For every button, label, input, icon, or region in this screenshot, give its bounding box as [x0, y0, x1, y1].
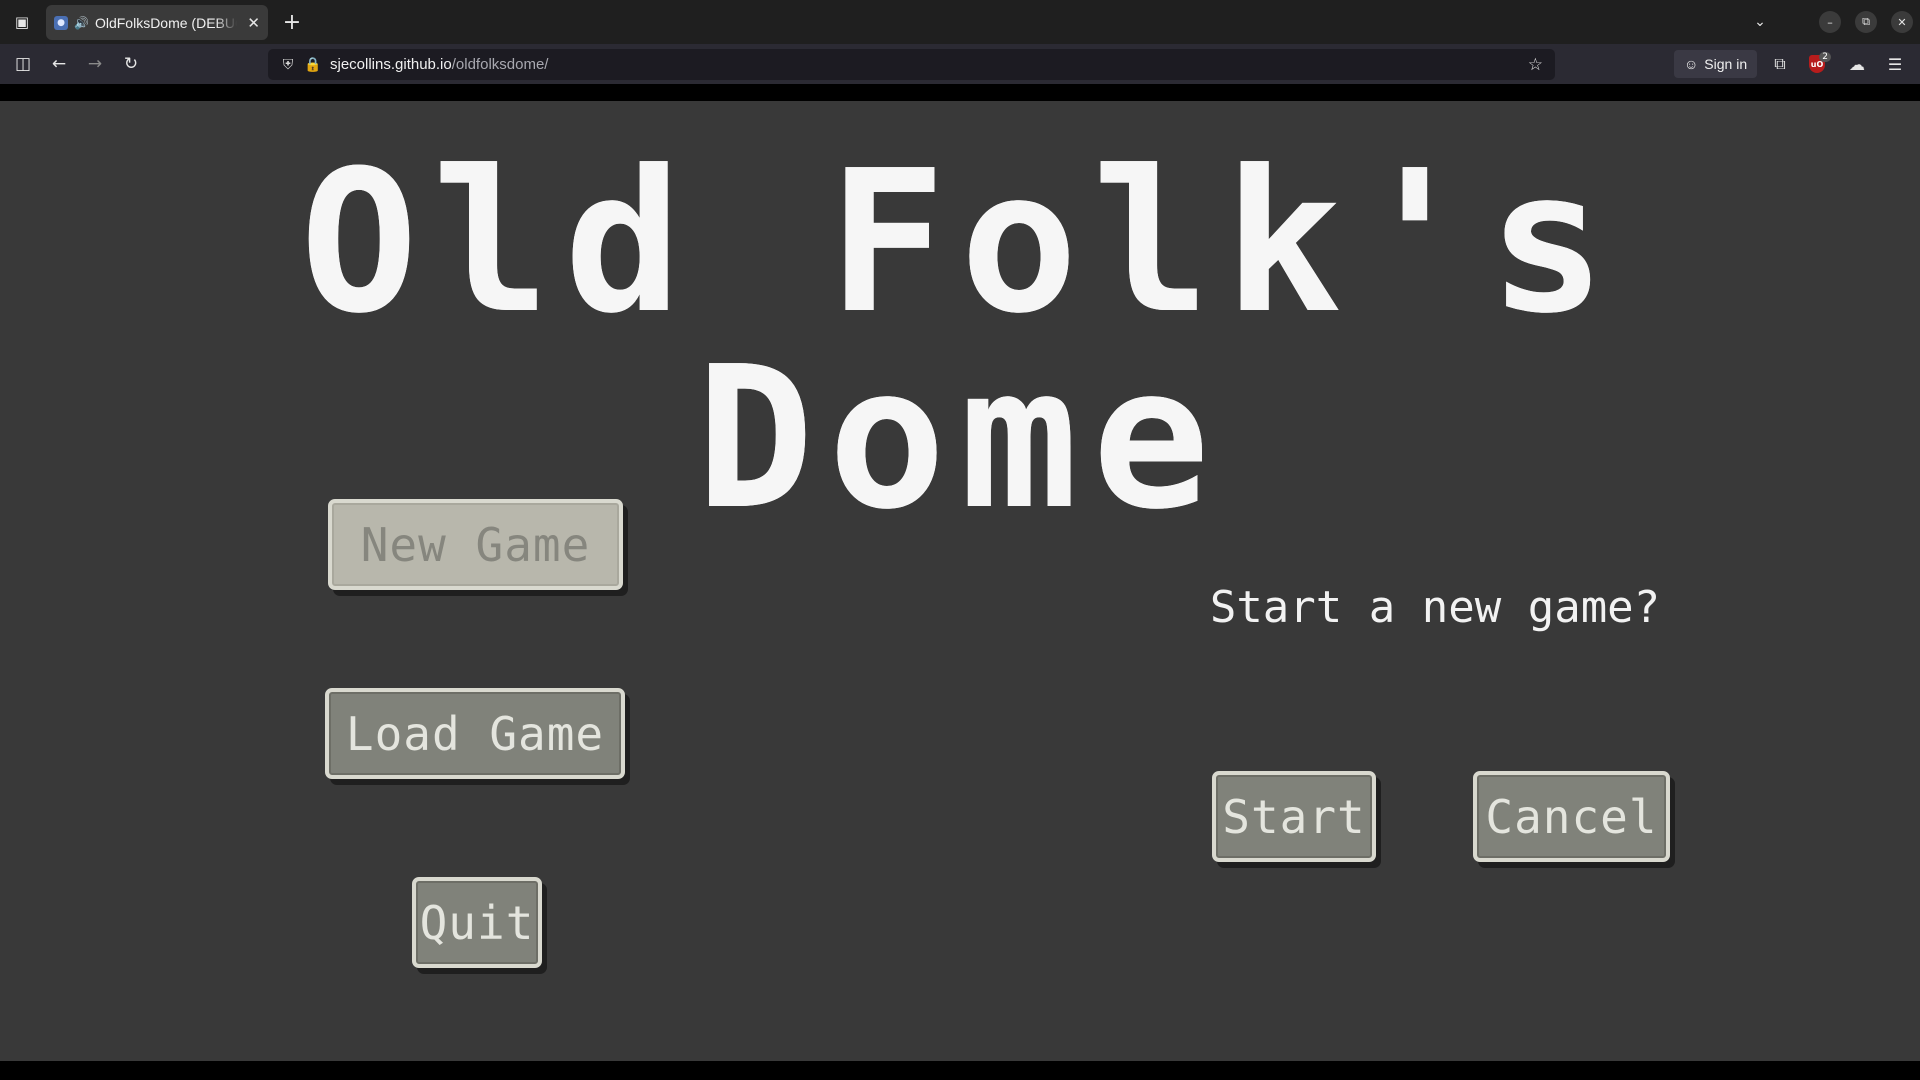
game-viewport: Old Folk's Dome New Game Load Game Quit …: [0, 84, 1920, 1080]
extensions-icon[interactable]: ⧉: [1765, 50, 1795, 78]
reload-icon[interactable]: ↻: [115, 50, 147, 78]
restore-button[interactable]: ⧉: [1855, 11, 1877, 33]
speaker-icon[interactable]: 🔊: [74, 16, 89, 30]
tab-title: OldFolksDome (DEBUG): [94, 14, 237, 31]
menu-icon[interactable]: ☰: [1880, 50, 1910, 78]
forward-icon[interactable]: →: [79, 50, 111, 78]
window-controls: ⌄ – ⧉ ✕: [1742, 0, 1920, 44]
close-window-button[interactable]: ✕: [1891, 11, 1913, 33]
list-all-tabs-icon[interactable]: ⌄: [1742, 4, 1778, 40]
new-game-button[interactable]: New Game: [328, 499, 623, 590]
lock-icon[interactable]: 🔒: [304, 57, 321, 73]
new-game-prompt: Start a new game?: [1209, 582, 1661, 633]
url-text[interactable]: sjecollins.github.io/oldfolksdome/: [330, 56, 548, 73]
ublock-extension-icon[interactable]: uO 2: [1802, 50, 1832, 78]
sidebar-icon[interactable]: ◫: [7, 50, 39, 78]
shield-icon[interactable]: ⛨: [280, 57, 296, 73]
browser-tab-bar: ▣ ● 🔊 OldFolksDome (DEBUG) ✕ + ⌄ – ⧉ ✕: [0, 0, 1920, 44]
pocket-icon[interactable]: ☁: [1842, 50, 1872, 78]
sign-in-button[interactable]: ☺ Sign in: [1674, 50, 1758, 78]
game-canvas[interactable]: Old Folk's Dome New Game Load Game Quit …: [0, 101, 1920, 1061]
cancel-button[interactable]: Cancel: [1473, 771, 1670, 862]
start-button[interactable]: Start: [1212, 771, 1376, 862]
extension-badge: 2: [1819, 52, 1831, 62]
bookmark-star-icon[interactable]: ☆: [1528, 55, 1543, 75]
account-icon: ☺: [1684, 56, 1699, 72]
url-bar[interactable]: ⛨ 🔒 sjecollins.github.io/oldfolksdome/ ☆: [268, 49, 1555, 80]
quit-button[interactable]: Quit: [412, 877, 542, 968]
game-title: Old Folk's Dome: [299, 129, 1621, 553]
back-icon[interactable]: ←: [43, 50, 75, 78]
browser-nav-bar: ◫ ← → ↻ ⛨ 🔒 sjecollins.github.io/oldfolk…: [0, 44, 1920, 84]
load-game-button[interactable]: Load Game: [325, 688, 625, 779]
godot-favicon-icon: ●: [54, 15, 68, 30]
close-tab-icon[interactable]: ✕: [247, 14, 260, 32]
new-tab-button[interactable]: +: [278, 8, 306, 36]
minimize-button[interactable]: –: [1819, 11, 1841, 33]
tab-overview-icon[interactable]: ▣: [8, 8, 36, 36]
browser-tab[interactable]: ● 🔊 OldFolksDome (DEBUG) ✕: [46, 5, 268, 40]
